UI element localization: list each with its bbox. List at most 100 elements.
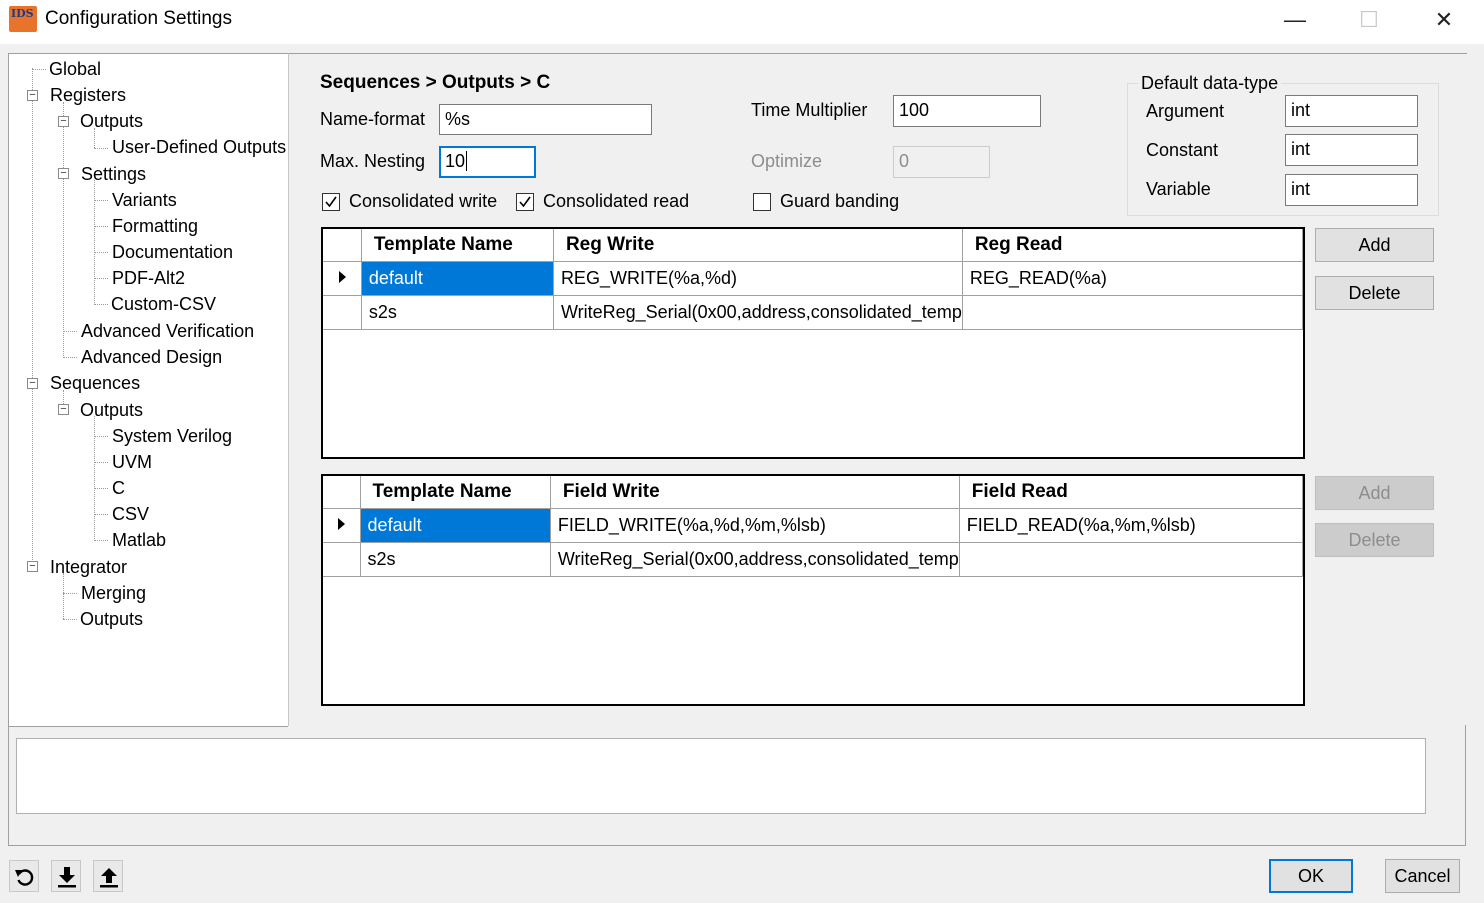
guard-banding-label[interactable]: Guard banding bbox=[780, 191, 899, 212]
checkmark-icon bbox=[325, 196, 337, 208]
reset-icon bbox=[15, 869, 34, 886]
table-row[interactable]: default FIELD_WRITE(%a,%d,%m,%lsb) FIELD… bbox=[323, 508, 1304, 543]
tree-item-settings[interactable]: Settings bbox=[81, 164, 146, 185]
consolidated-read-label[interactable]: Consolidated read bbox=[543, 191, 689, 212]
table-cell[interactable]: s2s bbox=[360, 542, 551, 577]
row-header[interactable] bbox=[323, 295, 362, 330]
table-row[interactable]: s2s WriteReg_Serial(0x00,address,consoli… bbox=[323, 295, 1304, 330]
ok-button[interactable]: OK bbox=[1269, 859, 1353, 893]
table-cell[interactable]: WriteReg_Serial(0x00,address,consolidate… bbox=[553, 295, 963, 330]
tree-item-formatting[interactable]: Formatting bbox=[112, 216, 198, 237]
field-delete-button: Delete bbox=[1315, 523, 1434, 557]
column-header-field-write[interactable]: Field Write bbox=[550, 476, 960, 509]
cancel-button[interactable]: Cancel bbox=[1385, 859, 1460, 893]
tree-item-integrator-outputs[interactable]: Outputs bbox=[80, 609, 143, 630]
tree-guide-line bbox=[94, 180, 95, 305]
tree-guide-line bbox=[94, 304, 108, 305]
collapse-icon[interactable]: − bbox=[27, 378, 38, 389]
row-header[interactable] bbox=[323, 542, 361, 577]
column-header-template-name[interactable]: Template Name bbox=[361, 229, 554, 262]
column-header-reg-write[interactable]: Reg Write bbox=[553, 229, 963, 262]
collapse-icon[interactable]: − bbox=[58, 116, 69, 127]
table-cell[interactable]: FIELD_READ(%a,%m,%lsb) bbox=[959, 508, 1304, 543]
constant-label: Constant bbox=[1146, 140, 1219, 160]
tree-item-documentation[interactable]: Documentation bbox=[112, 242, 233, 263]
tree-item-global[interactable]: Global bbox=[49, 59, 101, 80]
reg-add-button[interactable]: Add bbox=[1315, 228, 1434, 262]
reg-template-grid[interactable]: Template Name Reg Write Reg Read default… bbox=[321, 227, 1305, 459]
collapse-icon[interactable]: − bbox=[27, 90, 38, 101]
time-multiplier-input[interactable]: 100 bbox=[893, 95, 1041, 127]
table-cell[interactable] bbox=[959, 542, 1304, 577]
tree-guide-line bbox=[94, 226, 108, 227]
collapse-icon[interactable]: − bbox=[58, 404, 69, 415]
field-template-grid[interactable]: Template Name Field Write Field Read def… bbox=[321, 474, 1305, 706]
tree-item-user-defined-outputs[interactable]: User-Defined Outputs bbox=[112, 137, 286, 158]
reset-button[interactable] bbox=[9, 860, 39, 892]
tree-item-uvm[interactable]: UVM bbox=[112, 452, 152, 473]
tree-guide-line bbox=[94, 540, 108, 541]
column-header-field-read[interactable]: Field Read bbox=[959, 476, 1304, 509]
tree-item-advanced-design[interactable]: Advanced Design bbox=[81, 347, 222, 368]
tree-item-registers[interactable]: Registers bbox=[50, 85, 126, 106]
status-message-box bbox=[16, 738, 1426, 814]
table-cell[interactable]: REG_READ(%a) bbox=[962, 261, 1304, 296]
tree-item-pdf-alt2[interactable]: PDF-Alt2 bbox=[112, 268, 185, 289]
row-header[interactable] bbox=[323, 261, 362, 296]
tree-item-integrator[interactable]: Integrator bbox=[50, 557, 127, 578]
tree-item-registers-outputs[interactable]: Outputs bbox=[80, 111, 143, 132]
guard-banding-checkbox[interactable] bbox=[753, 193, 771, 211]
tree-item-system-verilog[interactable]: System Verilog bbox=[112, 426, 232, 447]
window-title: Configuration Settings bbox=[45, 8, 232, 29]
table-cell[interactable] bbox=[962, 295, 1304, 330]
tree-item-sequences-outputs[interactable]: Outputs bbox=[80, 400, 143, 421]
variable-input[interactable]: int bbox=[1285, 174, 1418, 206]
tree-item-merging[interactable]: Merging bbox=[81, 583, 146, 604]
table-cell[interactable]: default bbox=[360, 508, 551, 543]
column-header-reg-read[interactable]: Reg Read bbox=[962, 229, 1304, 262]
optimize-input: 0 bbox=[893, 146, 990, 178]
consolidated-write-label[interactable]: Consolidated write bbox=[349, 191, 497, 212]
page-breadcrumb: Sequences > Outputs > C bbox=[320, 72, 551, 93]
tree-guide-line bbox=[32, 68, 33, 568]
tree-guide-line bbox=[63, 357, 77, 358]
table-row[interactable]: s2s WriteReg_Serial(0x00,address,consoli… bbox=[323, 542, 1304, 577]
collapse-icon[interactable]: − bbox=[27, 561, 38, 572]
table-cell[interactable]: WriteReg_Serial(0x00,address,consolidate… bbox=[550, 542, 960, 577]
consolidated-read-checkbox[interactable] bbox=[516, 193, 534, 211]
import-icon bbox=[58, 867, 76, 888]
export-button[interactable] bbox=[93, 860, 123, 892]
collapse-icon[interactable]: − bbox=[58, 168, 69, 179]
table-cell[interactable]: default bbox=[361, 261, 554, 296]
checkmark-icon bbox=[519, 196, 531, 208]
tree-item-custom-csv[interactable]: Custom-CSV bbox=[111, 294, 216, 315]
settings-tree: − − − − − − Global Registers Outputs Use… bbox=[8, 53, 288, 727]
tree-item-sequences[interactable]: Sequences bbox=[50, 373, 140, 394]
minimize-button[interactable]: — bbox=[1275, 6, 1315, 34]
tree-guide-line bbox=[94, 252, 108, 253]
row-header[interactable] bbox=[323, 508, 361, 543]
close-button[interactable]: ✕ bbox=[1424, 6, 1464, 34]
current-row-arrow-icon bbox=[338, 271, 346, 283]
table-cell[interactable]: s2s bbox=[361, 295, 554, 330]
name-format-input[interactable]: %s bbox=[439, 104, 652, 135]
argument-input[interactable]: int bbox=[1285, 95, 1418, 127]
constant-input[interactable]: int bbox=[1285, 134, 1418, 166]
tree-item-c[interactable]: C bbox=[112, 478, 125, 499]
column-header-template-name[interactable]: Template Name bbox=[360, 476, 551, 509]
import-button[interactable] bbox=[51, 860, 81, 892]
variable-label: Variable bbox=[1146, 179, 1211, 199]
export-icon bbox=[100, 868, 118, 888]
table-cell[interactable]: REG_WRITE(%a,%d) bbox=[553, 261, 963, 296]
tree-guide-line bbox=[63, 573, 64, 619]
max-nesting-input[interactable]: 10 bbox=[439, 146, 536, 178]
tree-guide-line bbox=[94, 462, 108, 463]
tree-item-advanced-verification[interactable]: Advanced Verification bbox=[81, 321, 254, 342]
table-row[interactable]: default REG_WRITE(%a,%d) REG_READ(%a) bbox=[323, 261, 1304, 296]
tree-item-variants[interactable]: Variants bbox=[112, 190, 177, 211]
consolidated-write-checkbox[interactable] bbox=[322, 193, 340, 211]
table-cell[interactable]: FIELD_WRITE(%a,%d,%m,%lsb) bbox=[550, 508, 960, 543]
reg-delete-button[interactable]: Delete bbox=[1315, 276, 1434, 310]
tree-item-csv[interactable]: CSV bbox=[112, 504, 149, 525]
tree-item-matlab[interactable]: Matlab bbox=[112, 530, 166, 551]
